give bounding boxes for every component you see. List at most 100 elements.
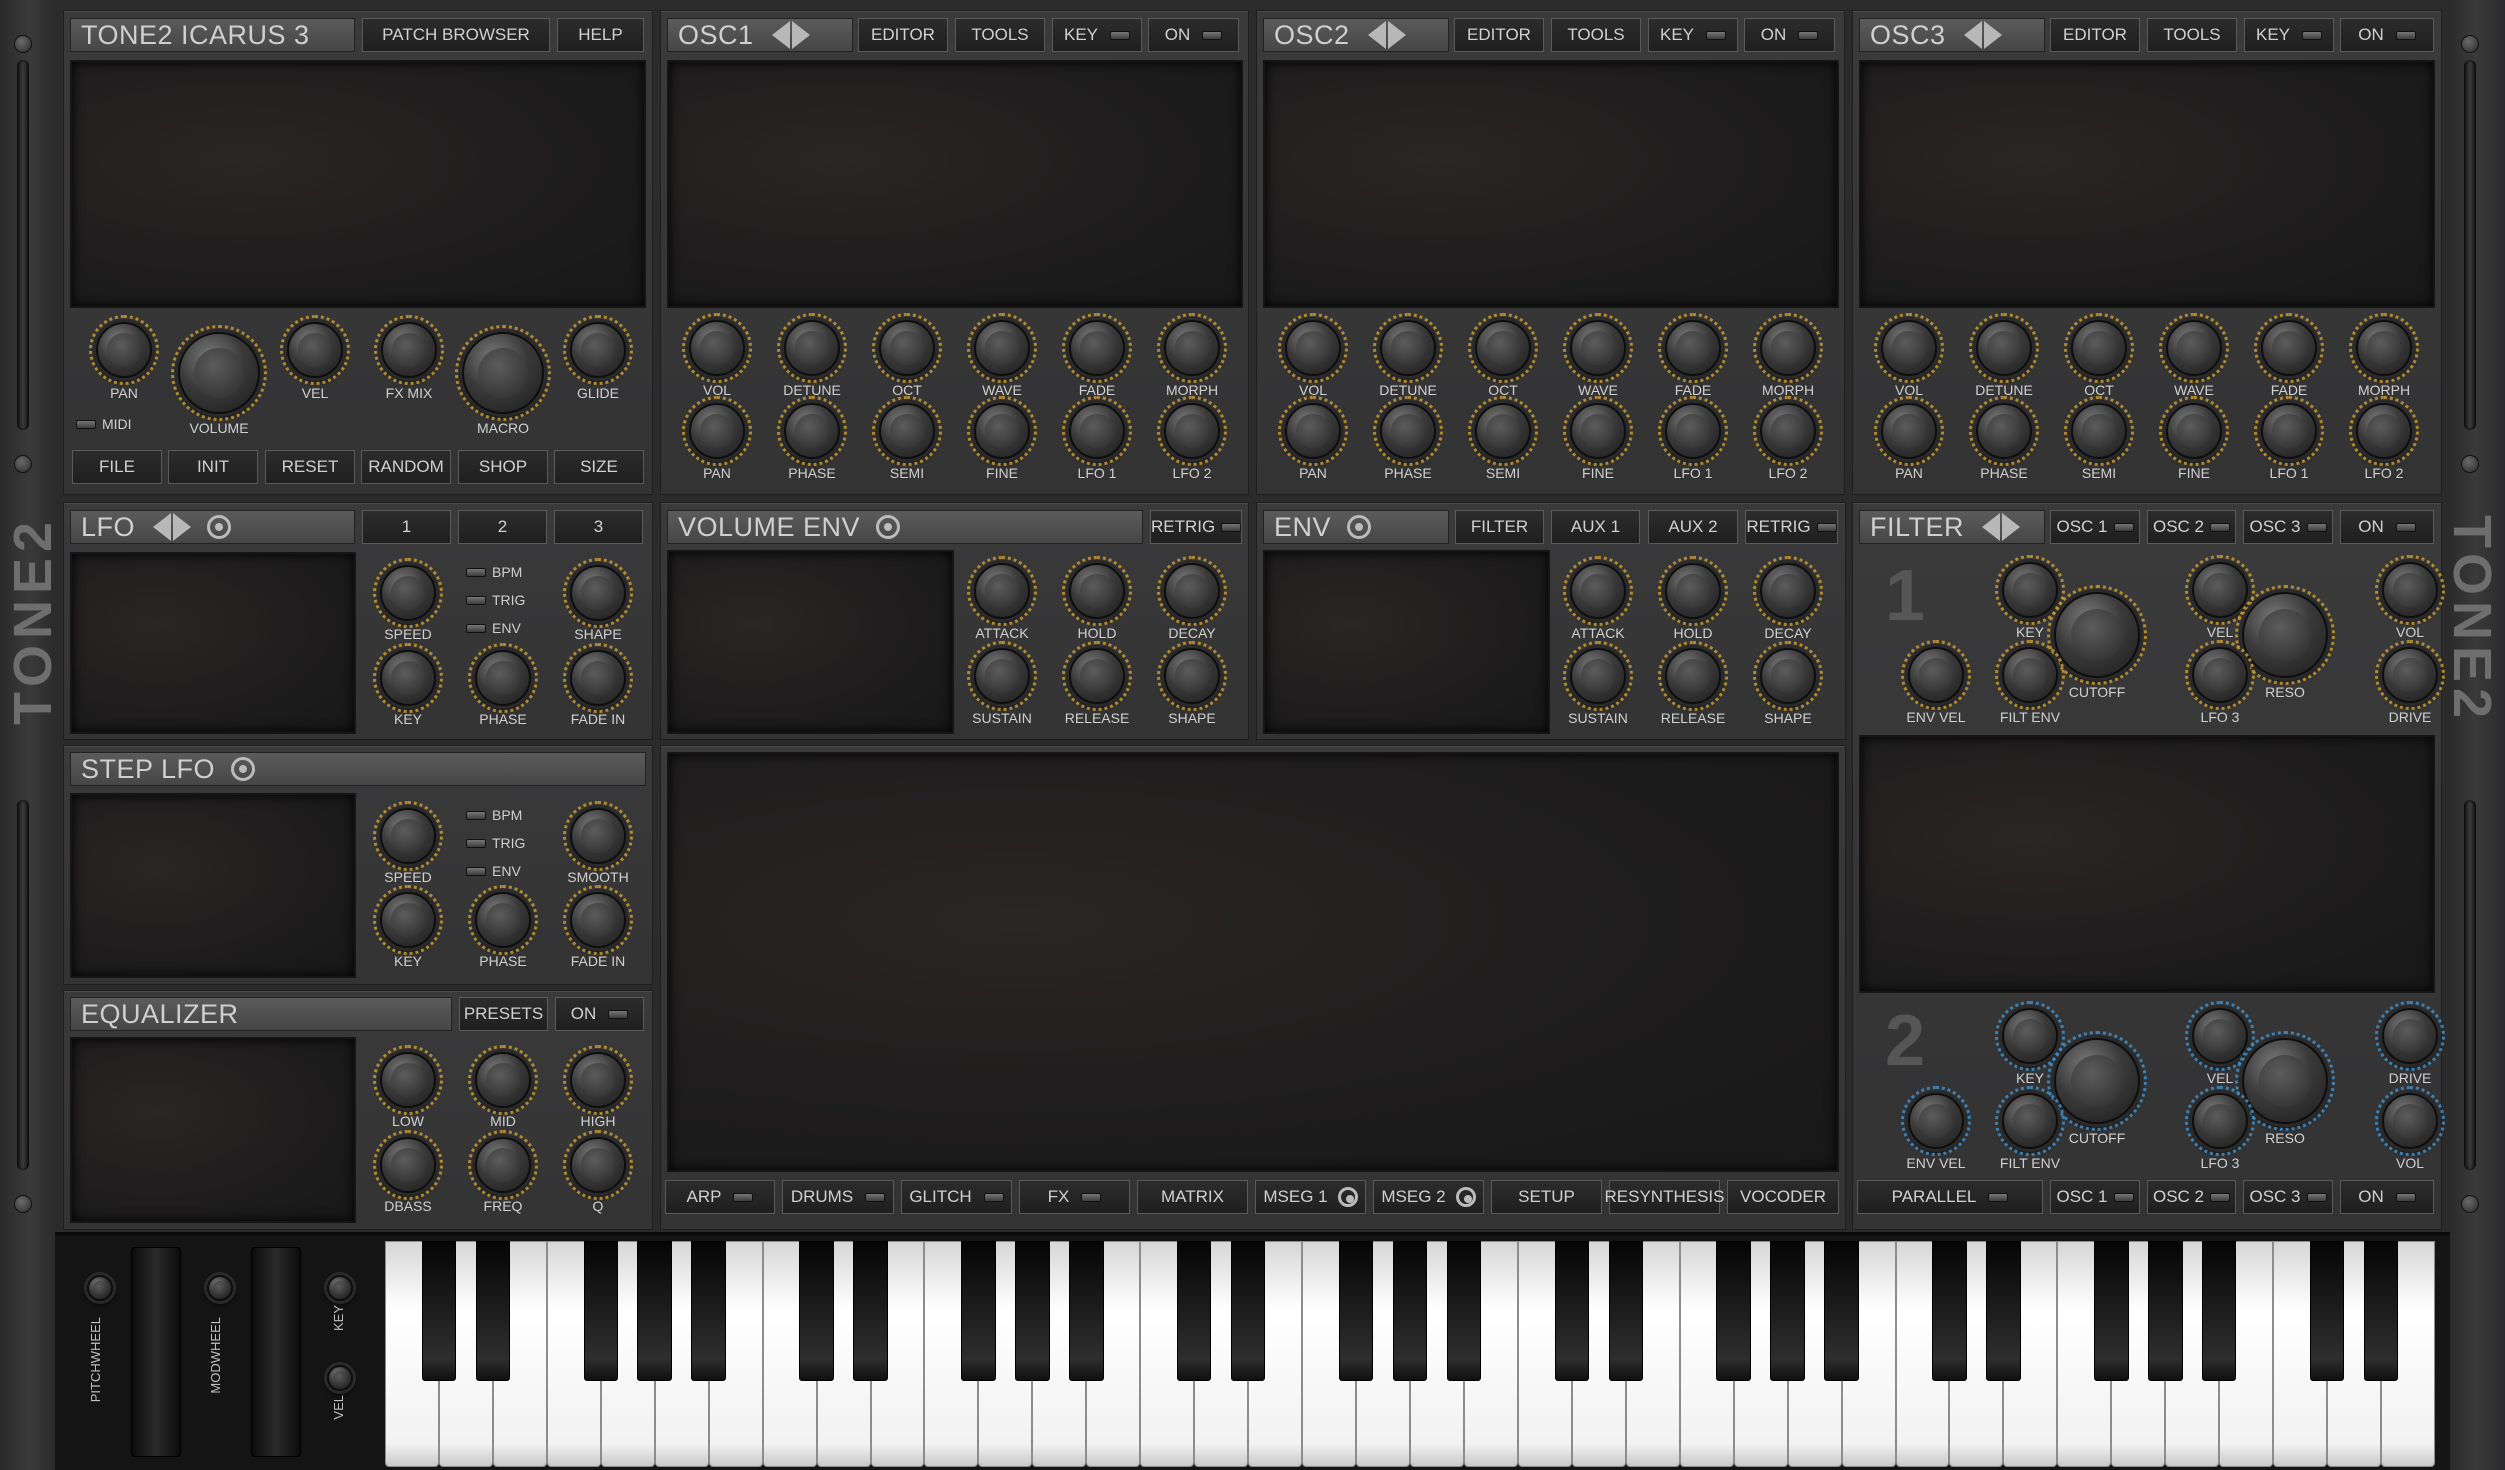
env-release-knob[interactable] [1658,641,1728,711]
pan-knob[interactable] [89,315,159,385]
black-key[interactable] [853,1241,888,1381]
osc2-oct-knob[interactable] [1468,313,1538,383]
glide-knob[interactable] [563,315,633,385]
osc3-vol-knob[interactable] [1874,313,1944,383]
modwheel-knob[interactable] [207,1275,233,1301]
black-key[interactable] [799,1241,834,1381]
osc1-wave-knob[interactable] [967,313,1037,383]
filter-osc3-button[interactable]: OSC 3 [2243,510,2333,544]
osc2-on-button[interactable]: ON [1744,18,1835,52]
black-key[interactable] [1392,1241,1428,1381]
eq-freq-knob[interactable] [468,1130,538,1200]
osc2-semi-knob[interactable] [1468,396,1538,466]
black-key[interactable] [2309,1241,2345,1381]
filter2-filt-env-knob[interactable] [1995,1086,2065,1156]
osc-nav-arrows-icon[interactable] [771,21,810,49]
osc2-display[interactable] [1263,60,1839,308]
black-key[interactable] [421,1241,457,1381]
black-key[interactable] [637,1241,672,1381]
step-trig-toggle[interactable]: TRIG [466,835,525,851]
osc1-pan-knob[interactable] [682,396,752,466]
black-key[interactable] [475,1241,511,1381]
osc2-vol-knob[interactable] [1278,313,1348,383]
osc3-oct-knob[interactable] [2064,313,2134,383]
volume-env-release-knob[interactable] [1062,641,1132,711]
filter2-env-vel-knob[interactable] [1901,1086,1971,1156]
master-display[interactable] [70,60,646,308]
tab-drums[interactable]: DRUMS [782,1180,894,1214]
pitchwheel-knob[interactable] [87,1275,113,1301]
filter2-osc1-button[interactable]: OSC 1 [2050,1180,2140,1214]
filter-osc1-button[interactable]: OSC 1 [2050,510,2140,544]
filter2-lfo-3-knob[interactable] [2185,1086,2255,1156]
filter2-key-knob[interactable] [1995,1001,2065,1071]
filter2-drive-knob[interactable] [2375,1001,2445,1071]
lfo-env-toggle[interactable]: ENV [466,620,521,636]
black-key[interactable] [1069,1241,1104,1381]
osc1-tools-button[interactable]: TOOLS [955,18,1045,52]
tab-mseg-2[interactable]: MSEG 2 [1373,1180,1484,1214]
black-key[interactable] [2094,1241,2129,1381]
osc3-wave-knob[interactable] [2159,313,2229,383]
osc1-morph-knob[interactable] [1157,313,1227,383]
osc3-detune-knob[interactable] [1969,313,2039,383]
tab-glitch[interactable]: GLITCH [901,1180,1012,1214]
filter2-vel-knob[interactable] [2185,1001,2255,1071]
lfo-tab-2[interactable]: 2 [458,510,547,544]
filter1-cutoff-knob[interactable] [2047,585,2147,685]
volume-env-sustain-knob[interactable] [967,641,1037,711]
env-shape-knob[interactable] [1753,641,1823,711]
step-phase-knob[interactable] [468,885,538,955]
filter2-vol-knob[interactable] [2375,1086,2445,1156]
volume-env-decay-knob[interactable] [1157,556,1227,626]
black-key[interactable] [1338,1241,1374,1381]
step-lfo-display[interactable] [70,793,356,978]
black-key[interactable] [1716,1241,1751,1381]
black-key[interactable] [1446,1241,1482,1381]
osc2-lfo2-knob[interactable] [1753,396,1823,466]
env-tab-filter[interactable]: FILTER [1455,510,1544,544]
osc1-lfo2-knob[interactable] [1157,396,1227,466]
osc3-editor-button[interactable]: EDITOR [2050,18,2140,52]
step-smooth-knob[interactable] [563,801,633,871]
eq-high-knob[interactable] [563,1045,633,1115]
osc3-fade-knob[interactable] [2254,313,2324,383]
filter1-lfo-3-knob[interactable] [2185,640,2255,710]
osc2-fine-knob[interactable] [1563,396,1633,466]
black-key[interactable] [1986,1241,2021,1381]
black-key[interactable] [961,1241,996,1381]
filter2-cutoff-knob[interactable] [2047,1031,2147,1131]
black-key[interactable] [691,1241,726,1381]
lfo-target-icon[interactable] [207,515,232,539]
osc1-fine-knob[interactable] [967,396,1037,466]
tab-arp[interactable]: ARP [665,1180,775,1214]
osc2-morph-knob[interactable] [1753,313,1823,383]
black-key[interactable] [1554,1241,1590,1381]
osc2-phase-knob[interactable] [1373,396,1443,466]
step-env-toggle[interactable]: ENV [466,863,521,879]
black-key[interactable] [2148,1241,2183,1381]
tab-setup[interactable]: SETUP [1491,1180,1602,1214]
lfo-key-knob[interactable] [373,643,443,713]
black-key[interactable] [1230,1241,1266,1381]
volume-env-hold-knob[interactable] [1062,556,1132,626]
volume-knob[interactable] [171,325,267,421]
lfo-shape-knob[interactable] [563,558,633,628]
osc2-wave-knob[interactable] [1563,313,1633,383]
osc1-detune-knob[interactable] [777,313,847,383]
env-tab-aux1[interactable]: AUX 1 [1551,510,1640,544]
env-sustain-knob[interactable] [1563,641,1633,711]
env-decay-knob[interactable] [1753,556,1823,626]
lfo-tab-3[interactable]: 3 [554,510,643,544]
black-key[interactable] [1824,1241,1859,1381]
osc3-display[interactable] [1859,60,2435,308]
key-knob[interactable] [327,1275,353,1301]
lfo-bpm-toggle[interactable]: BPM [466,564,522,580]
filter-osc2-button[interactable]: OSC 2 [2147,510,2236,544]
midi-toggle[interactable]: MIDI [76,416,132,432]
volume-env-attack-knob[interactable] [967,556,1037,626]
osc3-tools-button[interactable]: TOOLS [2147,18,2237,52]
osc3-fine-knob[interactable] [2159,396,2229,466]
filter-on-button[interactable]: ON [2340,510,2434,544]
filter1-reso-knob[interactable] [2235,585,2335,685]
